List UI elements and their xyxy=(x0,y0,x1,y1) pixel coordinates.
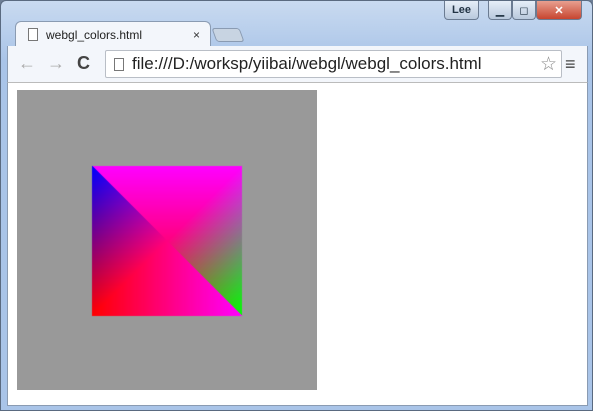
address-bar[interactable]: file:///D:/worksp/yiibai/webgl/webgl_col… xyxy=(105,50,562,78)
browser-window: Lee ▁ ◻ ✕ webgl_colors.html × ← → C file… xyxy=(0,0,593,411)
maximize-button[interactable]: ◻ xyxy=(512,1,536,20)
user-profile-button[interactable]: Lee xyxy=(444,1,479,20)
page-content xyxy=(7,82,588,406)
tab-title: webgl_colors.html xyxy=(46,27,143,42)
document-icon xyxy=(28,28,38,41)
toolbar: ← → C file:///D:/worksp/yiibai/webgl/web… xyxy=(7,46,588,82)
page-icon xyxy=(114,57,124,71)
minimize-button[interactable]: ▁ xyxy=(488,1,512,20)
tab-close-button[interactable]: × xyxy=(193,28,200,42)
close-window-button[interactable]: ✕ xyxy=(536,1,582,20)
new-tab-button[interactable] xyxy=(211,28,245,42)
reload-button[interactable]: C xyxy=(77,53,90,74)
forward-button[interactable]: → xyxy=(47,53,65,74)
url-text[interactable]: file:///D:/worksp/yiibai/webgl/webgl_col… xyxy=(132,54,482,74)
webgl-canvas xyxy=(17,90,317,390)
back-button[interactable]: ← xyxy=(18,53,36,74)
menu-button[interactable]: ≡ xyxy=(565,54,576,75)
tab-webgl-colors[interactable]: webgl_colors.html × xyxy=(15,21,211,47)
bookmark-star-icon[interactable]: ☆ xyxy=(540,53,557,76)
